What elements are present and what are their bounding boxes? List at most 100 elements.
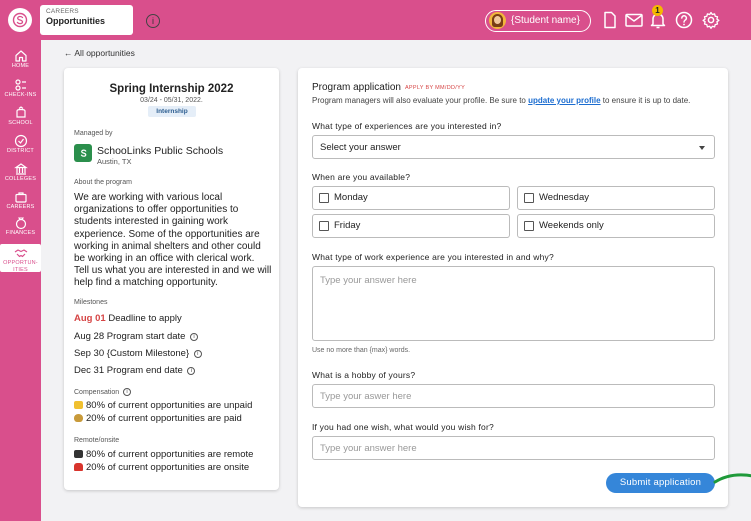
program-dates: 03/24 - 05/31, 2022. [140, 97, 203, 104]
availability-wednesday[interactable]: Wednesday [517, 186, 715, 210]
decorative-swoosh [713, 473, 751, 484]
sidebar-item-opportunities[interactable]: OPPORTUN- ITIES [0, 244, 41, 273]
checkbox[interactable] [319, 221, 329, 231]
milestone-date: Aug 01 [74, 313, 106, 324]
student-name: {Student name} [511, 15, 580, 26]
milestone-text: Deadline to apply [108, 313, 182, 324]
subtitle-pre: Program managers will also evaluate your… [312, 96, 529, 105]
sidebar-label: OPPORTUN- [3, 260, 38, 266]
file-icon[interactable] [599, 9, 621, 31]
sidebar-item-careers[interactable]: CAREERS [0, 190, 41, 211]
milestone-row: Aug 28 Program start date i [74, 331, 199, 342]
milestone-text: Program start date [106, 331, 186, 342]
money-bag-emoji-icon [74, 414, 83, 422]
application-title: Program application APPLY BY MM/DD/YY [312, 82, 465, 93]
remote-text: 20% of current opportunities are onsite [86, 462, 250, 473]
info-icon[interactable]: i [187, 367, 196, 375]
sidebar-item-finances[interactable]: FINANCES [0, 216, 41, 237]
compensation-row: 80% of current opportunities are unpaid [74, 400, 252, 411]
hobby-input[interactable]: Type your aswer here [312, 384, 715, 408]
sidebar: HOME CHECK-INS SCHOOL DISTRICT COLLEGES … [0, 40, 41, 521]
availability-weekends[interactable]: Weekends only [517, 214, 715, 238]
checkbox[interactable] [524, 221, 534, 231]
question-wish: If you had one wish, what would you wish… [312, 422, 494, 432]
subtitle-post: to ensure it is up to date. [600, 96, 691, 105]
page-title: Opportunities [46, 16, 105, 26]
info-icon[interactable]: i [193, 350, 202, 358]
top-bar: CAREERS Opportunities i {Student name} 1 [0, 0, 751, 40]
info-icon[interactable]: i [190, 333, 199, 341]
school-name[interactable]: SchooLinks Public Schools [97, 145, 223, 157]
help-icon[interactable] [673, 9, 695, 31]
avatar [489, 12, 506, 29]
question-availability: When are you available? [312, 172, 411, 182]
milestone-row: Dec 31 Program end date i [74, 365, 196, 376]
work-experience-textarea[interactable]: Type your answer here [312, 266, 715, 341]
input-placeholder: Type your answer here [320, 443, 417, 454]
remote-row: 20% of current opportunities are onsite [74, 462, 249, 473]
availability-label: Weekends only [539, 220, 604, 231]
compensation-text: 80% of current opportunities are unpaid [86, 400, 253, 411]
availability-friday[interactable]: Friday [312, 214, 510, 238]
mail-icon-graphic[interactable] [623, 9, 645, 31]
availability-monday[interactable]: Monday [312, 186, 510, 210]
sidebar-item-district[interactable]: DISTRICT [0, 134, 41, 155]
checkbox[interactable] [319, 193, 329, 203]
about-text: We are working with various local organi… [74, 192, 272, 289]
sidebar-label: HOME [11, 63, 30, 69]
school-icon [15, 106, 26, 118]
schoolinks-logo[interactable] [8, 8, 32, 32]
apply-deadline: APPLY BY MM/DD/YY [404, 85, 466, 91]
section-category: CAREERS [46, 8, 79, 15]
back-to-opportunities-link[interactable]: ← All opportunities [64, 48, 135, 58]
milestone-row: Aug 01 Deadline to apply [74, 313, 182, 324]
checkbox[interactable] [524, 193, 534, 203]
chevron-down-icon [699, 146, 705, 150]
sidebar-label: SCHOOL [8, 120, 33, 126]
milestone-date: Sep 30 [74, 348, 105, 359]
finances-icon [15, 217, 26, 230]
careers-icon [14, 192, 27, 203]
sidebar-item-colleges[interactable]: COLLEGES [0, 162, 41, 183]
milestone-text: {Custom Milestone} [106, 348, 190, 359]
milestone-date: Dec 31 [74, 365, 105, 376]
wish-input[interactable]: Type your answer here [312, 436, 715, 460]
home-icon [14, 50, 27, 62]
word-limit-helper: Use no more than {max} words. [312, 347, 411, 354]
compensation-label-text: Compensation [74, 389, 120, 396]
school-logo [74, 144, 92, 162]
milestones-label: Milestones [74, 299, 108, 306]
compensation-label: Compensation i [74, 388, 132, 396]
program-details-card: Spring Internship 2022 03/24 - 05/31, 20… [64, 68, 279, 490]
sidebar-item-home[interactable]: HOME [0, 49, 41, 70]
question-work-experience: What type of work experience are you int… [312, 252, 554, 262]
info-icon[interactable]: i [123, 388, 132, 396]
sidebar-item-school[interactable]: SCHOOL [0, 106, 41, 127]
milestone-text: Program end date [106, 365, 183, 376]
question-hobby: What is a hobby of yours? [312, 370, 416, 380]
experience-type-select[interactable]: Select your answer [312, 135, 715, 159]
logo-icon [12, 12, 28, 28]
textarea-placeholder: Type your answer here [320, 275, 417, 286]
input-placeholder: Type your aswer here [320, 391, 412, 402]
sidebar-item-check-ins[interactable]: CHECK-INS [0, 78, 41, 99]
gear-icon[interactable] [700, 9, 722, 31]
sidebar-label: CHECK-INS [4, 92, 37, 98]
schoolinks-logo-icon [80, 149, 86, 157]
submit-application-button[interactable]: Submit application [606, 473, 715, 493]
milestone-date: Aug 28 [74, 331, 105, 342]
notification-badge: 1 [652, 5, 663, 16]
update-profile-link[interactable]: update your profile [528, 96, 600, 105]
sidebar-label-line2: ITIES [13, 266, 28, 273]
program-type-tag: Internship [148, 106, 196, 117]
remote-onsite-label: Remote/onsite [74, 437, 120, 444]
sidebar-label: FINANCES [5, 230, 36, 236]
milestone-row: Sep 30 {Custom Milestone} i [74, 348, 202, 359]
sidebar-label: COLLEGES [4, 176, 37, 182]
program-title: Spring Internship 2022 [109, 83, 234, 95]
info-icon[interactable]: i [146, 14, 160, 28]
handshake-emoji-icon [74, 401, 83, 409]
question-experience-type: What type of experiences are you interes… [312, 121, 502, 131]
student-profile-button[interactable]: {Student name} [485, 10, 591, 32]
application-title-text: Program application [312, 82, 401, 93]
